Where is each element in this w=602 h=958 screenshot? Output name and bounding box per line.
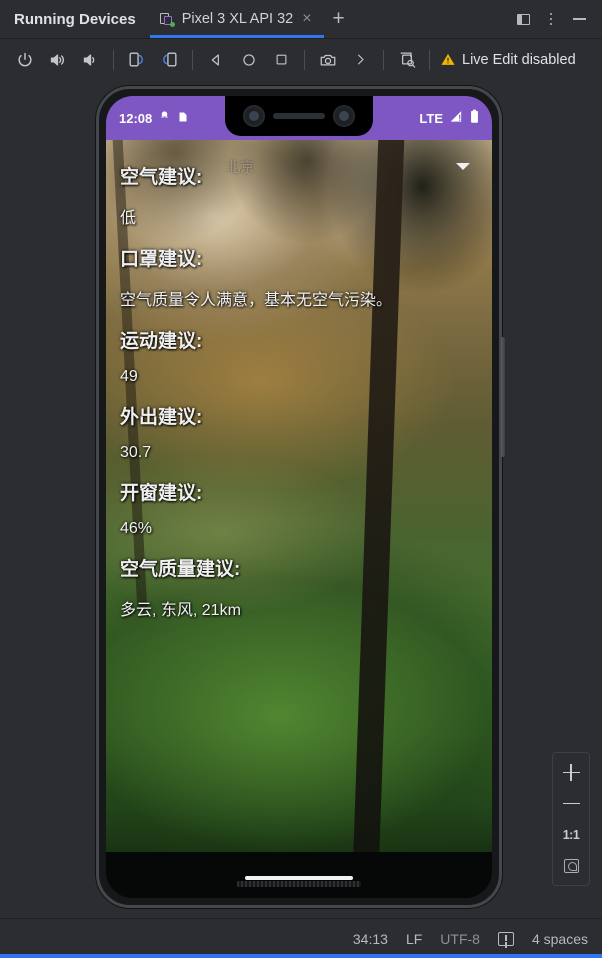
vertical-dots-icon	[549, 12, 553, 26]
live-edit-label: Live Edit disabled	[462, 51, 576, 68]
exercise-advice-value: 49	[120, 368, 138, 385]
window-advice-label: 开窗建议:	[120, 483, 203, 504]
notification-icon	[158, 110, 171, 126]
volume-down-button[interactable]	[74, 45, 107, 75]
warning-triangle-icon	[440, 52, 456, 67]
live-edit-status[interactable]: Live Edit disabled	[440, 52, 576, 68]
air-advice-label: 空气建议:	[120, 167, 203, 188]
app-background: 空气建议: 北京 低 口罩建议: 空气质量令人满意，基本无空气污染。 运动建议:…	[106, 140, 492, 898]
device-tab-strip: Pixel 3 XL API 32 × +	[149, 0, 510, 38]
ide-status-bar: 34:13 LF UTF-8 4 spaces	[0, 918, 602, 958]
sd-card-icon	[177, 110, 189, 127]
volume-up-button[interactable]	[41, 45, 74, 75]
toolbar-divider	[383, 49, 384, 70]
fit-to-screen-icon	[563, 858, 579, 873]
battery-icon	[470, 109, 479, 127]
rotate-left-button[interactable]	[120, 45, 153, 75]
plus-icon	[562, 764, 580, 781]
power-button[interactable]	[8, 45, 41, 75]
rotate-right-icon	[163, 52, 177, 67]
toolbar-divider	[429, 49, 430, 70]
minimize-button[interactable]	[566, 6, 592, 32]
gesture-navigation-bar[interactable]	[245, 876, 353, 880]
toolbar-divider	[304, 49, 305, 70]
device-icon	[159, 12, 175, 27]
status-bar-right: LTE	[419, 109, 479, 127]
volume-up-icon	[50, 53, 64, 66]
power-icon	[17, 52, 32, 66]
caret-position[interactable]: 34:13	[353, 931, 388, 947]
camera-icon	[320, 54, 335, 66]
outdoor-advice-value: 30.7	[120, 444, 152, 461]
air-quality-content: 空气建议: 北京 低 口罩建议: 空气质量令人满意，基本无空气污染。 运动建议:…	[106, 140, 492, 898]
air-quality-advice-label: 空气质量建议:	[120, 559, 241, 580]
bottom-accent-strip	[0, 954, 602, 958]
air-advice-row: 空气建议: 北京	[120, 154, 478, 189]
back-triangle-icon	[211, 53, 219, 66]
outdoor-advice-label: 外出建议:	[120, 407, 203, 428]
zoom-in-button[interactable]	[553, 757, 589, 788]
window-title-bar: Running Devices Pixel 3 XL API 32 × +	[0, 0, 602, 38]
inspection-icon[interactable]	[497, 931, 514, 946]
chevron-right-icon	[358, 54, 364, 65]
file-encoding[interactable]: UTF-8	[440, 931, 480, 947]
signal-warning-icon	[449, 110, 464, 127]
volume-down-icon	[83, 53, 95, 66]
device-tab-pixel-3-xl-api-32[interactable]: Pixel 3 XL API 32 ×	[149, 0, 324, 38]
device-bezel: 空气建议: 北京 低 口罩建议: 空气质量令人满意，基本无空气污染。 运动建议:…	[106, 96, 492, 898]
emulator-toolbar: Live Edit disabled	[0, 38, 602, 80]
overview-square-icon	[276, 54, 287, 65]
new-device-tab-button[interactable]: +	[324, 0, 354, 38]
device-frame: 空气建议: 北京 低 口罩建议: 空气质量令人满意，基本无空气污染。 运动建议:…	[96, 86, 505, 908]
close-tab-icon[interactable]: ×	[300, 11, 313, 27]
emulator-canvas[interactable]: 空气建议: 北京 低 口罩建议: 空气质量令人满意，基本无空气污染。 运动建议:…	[0, 80, 602, 918]
more-toolbar-button[interactable]	[344, 45, 377, 75]
overview-button[interactable]	[265, 45, 298, 75]
mask-advice-value: 空气质量令人满意，基本无空气污染。	[120, 292, 393, 309]
actual-size-label: 1:1	[562, 827, 580, 842]
device-screen[interactable]: 空气建议: 北京 低 口罩建议: 空气质量令人满意，基本无空气污染。 运动建议:…	[106, 96, 492, 898]
minus-icon	[562, 802, 580, 805]
device-notch	[225, 96, 373, 136]
home-circle-icon	[242, 53, 255, 66]
status-bar-time: 12:08	[119, 110, 153, 126]
device-side-button[interactable]	[501, 337, 505, 457]
rotate-right-button[interactable]	[153, 45, 186, 75]
more-options-button[interactable]	[538, 6, 564, 32]
line-separator[interactable]: LF	[406, 931, 422, 947]
page-title: Running Devices	[14, 10, 136, 28]
panel-icon	[516, 13, 530, 25]
indent-setting[interactable]: 4 spaces	[532, 931, 588, 947]
device-screen-search-icon	[400, 52, 415, 68]
window-controls	[510, 0, 602, 38]
ui-inspector-button[interactable]	[390, 45, 423, 75]
zoom-controls: 1:1	[552, 752, 590, 886]
toolbar-divider	[192, 49, 193, 70]
screenshot-button[interactable]	[311, 45, 344, 75]
air-advice-value: 低	[120, 210, 137, 227]
back-button[interactable]	[199, 45, 232, 75]
rotate-left-icon	[129, 52, 143, 67]
toolbar-divider	[113, 49, 114, 70]
minimize-icon	[572, 18, 586, 20]
actual-size-button[interactable]: 1:1	[553, 819, 589, 850]
front-camera-icon	[243, 105, 265, 127]
front-camera-secondary-icon	[333, 105, 355, 127]
exercise-advice-label: 运动建议:	[120, 331, 203, 352]
zoom-out-button[interactable]	[553, 788, 589, 819]
status-bar-network: LTE	[419, 110, 443, 126]
home-button[interactable]	[232, 45, 265, 75]
device-tab-label: Pixel 3 XL API 32	[181, 11, 294, 27]
fit-to-screen-button[interactable]	[553, 850, 589, 881]
air-quality-advice-value: 多云, 东风, 21km	[120, 602, 241, 619]
city-spinner-value: 北京	[226, 159, 255, 175]
window-advice-value: 46%	[120, 520, 153, 537]
split-panel-button[interactable]	[510, 6, 536, 32]
chevron-down-icon	[456, 163, 470, 170]
city-spinner[interactable]: 北京	[220, 154, 478, 180]
status-bar-left: 12:08	[119, 110, 189, 127]
mask-advice-label: 口罩建议:	[120, 249, 203, 270]
earpiece-speaker	[273, 113, 325, 119]
